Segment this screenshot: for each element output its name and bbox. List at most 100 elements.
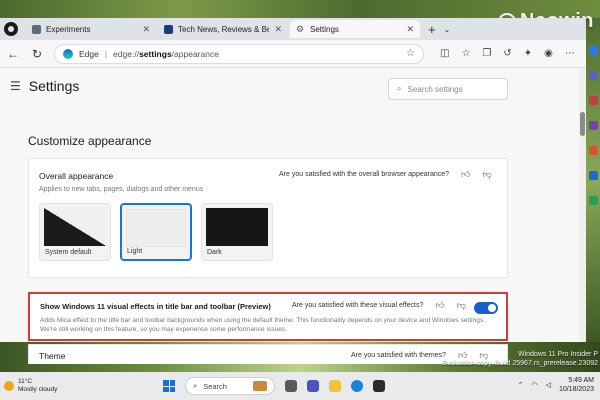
toolbar-icons: ◫ ☆ ❐ ↺ ✦ ◉ ⋯	[440, 48, 575, 59]
address-url: edge://settings/appearance	[113, 48, 219, 59]
search-settings-input[interactable]: ⌕ Search settings	[388, 78, 508, 100]
theme-card: Theme Are you satisfied with themes? 👍︎ …	[28, 344, 508, 364]
theme-label: Light	[127, 248, 143, 255]
watermark-line-2: Evaluation copy. Build 25967.rs_prerelea…	[442, 360, 598, 367]
thumbs-down-icon[interactable]: 👎︎	[457, 300, 466, 311]
theme-option-dark[interactable]: Dark	[201, 203, 273, 261]
search-icon: ⌕	[397, 84, 402, 93]
overall-appearance-card: Overall appearance Applies to new tabs, …	[28, 158, 508, 278]
theme-label: Dark	[207, 249, 222, 256]
file-explorer-icon[interactable]	[329, 380, 341, 392]
chevron-up-icon[interactable]: ⌃	[518, 381, 524, 389]
theme-preview	[44, 208, 106, 246]
overall-feedback: Are you satisfied with the overall brows…	[279, 169, 492, 180]
theme-option-system-default[interactable]: System default	[39, 203, 111, 261]
wifi-icon[interactable]: ◠	[531, 381, 537, 389]
history-icon[interactable]: ↺	[503, 48, 511, 59]
theme-label: System default	[45, 249, 92, 256]
profile-icon[interactable]	[4, 22, 18, 36]
chevron-down-icon[interactable]: ⌄	[444, 25, 451, 34]
mica-effects-title: Show Windows 11 visual effects in title …	[40, 302, 271, 311]
address-bar[interactable]: Edge | edge://settings/appearance ☆	[54, 43, 424, 64]
close-icon[interactable]: ✕	[406, 24, 414, 35]
tab-label: Experiments	[46, 24, 91, 34]
theme-title: Theme	[39, 351, 66, 361]
page-title: Settings	[28, 78, 80, 94]
tab-label: Settings	[310, 24, 339, 34]
sidebar-outlook-icon[interactable]	[588, 171, 598, 180]
feedback-question: Are you satisfied with these visual effe…	[292, 302, 424, 309]
clock-date: 10/18/2023	[558, 386, 594, 393]
back-button[interactable]: ←	[6, 47, 20, 61]
theme-preview	[126, 209, 186, 247]
scrollbar[interactable]	[579, 68, 586, 342]
weather-text: 11°C Mostly cloudy	[18, 378, 57, 394]
theme-options: System default Light Dark	[39, 203, 273, 261]
feedback-question: Are you satisfied with themes?	[351, 352, 446, 359]
tab-experiments[interactable]: Experiments ✕	[26, 20, 156, 38]
theme-preview	[206, 208, 268, 246]
feedback-question: Are you satisfied with the overall brows…	[279, 171, 450, 178]
thumbs-down-icon[interactable]: 👎︎	[482, 169, 491, 180]
task-view-icon[interactable]	[285, 380, 297, 392]
collections-icon[interactable]: ❐	[482, 48, 491, 59]
settings-page: ☰ Settings ⌕ Search settings Customize a…	[0, 68, 586, 364]
new-tab-button[interactable]: +	[428, 22, 436, 37]
split-screen-icon[interactable]: ◫	[440, 48, 449, 59]
windows-start-icon[interactable]	[163, 380, 175, 392]
thumbs-up-icon[interactable]: 👍︎	[435, 300, 444, 311]
taskbar-search[interactable]: ⌕ Search	[185, 377, 275, 395]
system-tray: ⌃ ◠ ◁ 5:49 AM 10/18/2023	[518, 376, 594, 394]
mica-feedback: Are you satisfied with these visual effe…	[292, 300, 466, 311]
search-icon: ⌕	[193, 381, 198, 390]
more-icon[interactable]: ⋯	[565, 48, 575, 59]
weather-sun-icon	[4, 381, 14, 391]
sidebar-tools-icon[interactable]	[588, 96, 598, 105]
favorites-icon[interactable]: ☆	[461, 48, 470, 59]
search-placeholder: Search settings	[407, 84, 463, 94]
favorite-star-icon[interactable]: ☆	[406, 48, 415, 59]
sidebar-drop-icon[interactable]	[588, 196, 598, 205]
edge-icon	[63, 48, 73, 59]
sidebar-games-icon[interactable]	[588, 121, 598, 130]
taskbar: 11°C Mostly cloudy ⌕ Search ⌃ ◠ ◁ 5:49 A…	[0, 372, 600, 400]
scrollbar-thumb[interactable]	[580, 112, 585, 136]
neowin-icon	[164, 24, 173, 34]
taskbar-search-label: Search	[203, 381, 227, 391]
overall-appearance-subtitle: Applies to new tabs, pages, dialogs and …	[39, 186, 204, 193]
sidebar-add-icon[interactable]	[588, 46, 598, 55]
edge-taskbar-icon[interactable]	[351, 380, 363, 392]
mica-effects-toggle[interactable]	[474, 302, 498, 314]
overall-appearance-title: Overall appearance	[39, 171, 114, 181]
weather-widget[interactable]: 11°C Mostly cloudy	[4, 378, 154, 394]
sidebar-search-icon[interactable]	[588, 71, 598, 80]
menu-icon[interactable]: ☰	[10, 79, 21, 93]
clock[interactable]: 5:49 AM 10/18/2023	[559, 376, 594, 394]
settings-header: ☰ Settings	[10, 78, 79, 94]
tab-label: Tech News, Reviews & Betas | Ne	[178, 24, 270, 34]
store-icon[interactable]	[373, 380, 385, 392]
taskbar-apps: ⌕ Search	[163, 377, 385, 395]
tab-neowin[interactable]: Tech News, Reviews & Betas | Ne ✕	[158, 20, 288, 38]
tab-strip: Experiments ✕ Tech News, Reviews & Betas…	[0, 18, 586, 40]
gear-icon: ⚙	[296, 23, 305, 34]
close-icon[interactable]: ✕	[274, 24, 282, 35]
extensions-icon[interactable]: ✦	[524, 48, 532, 59]
mica-effects-description: Adds Mica effect to the title bar and to…	[40, 317, 486, 333]
address-brand: Edge	[79, 48, 99, 59]
section-title: Customize appearance	[28, 134, 152, 148]
edge-browser-window: Experiments ✕ Tech News, Reviews & Betas…	[0, 18, 586, 364]
volume-icon[interactable]: ◁	[546, 381, 551, 389]
copilot-icon[interactable]: ◉	[544, 48, 553, 59]
refresh-button[interactable]: ↻	[30, 47, 44, 61]
teams-icon[interactable]	[307, 380, 319, 392]
close-icon[interactable]: ✕	[142, 24, 150, 35]
weather-desc: Mostly cloudy	[18, 386, 58, 393]
flask-icon	[32, 24, 41, 34]
address-separator: |	[104, 48, 108, 59]
thumbs-up-icon[interactable]: 👍︎	[461, 169, 470, 180]
sidebar-office-icon[interactable]	[588, 146, 598, 155]
edge-sidebar	[586, 46, 600, 205]
tab-settings[interactable]: ⚙ Settings ✕	[290, 20, 420, 38]
theme-option-light[interactable]: Light	[120, 203, 192, 261]
